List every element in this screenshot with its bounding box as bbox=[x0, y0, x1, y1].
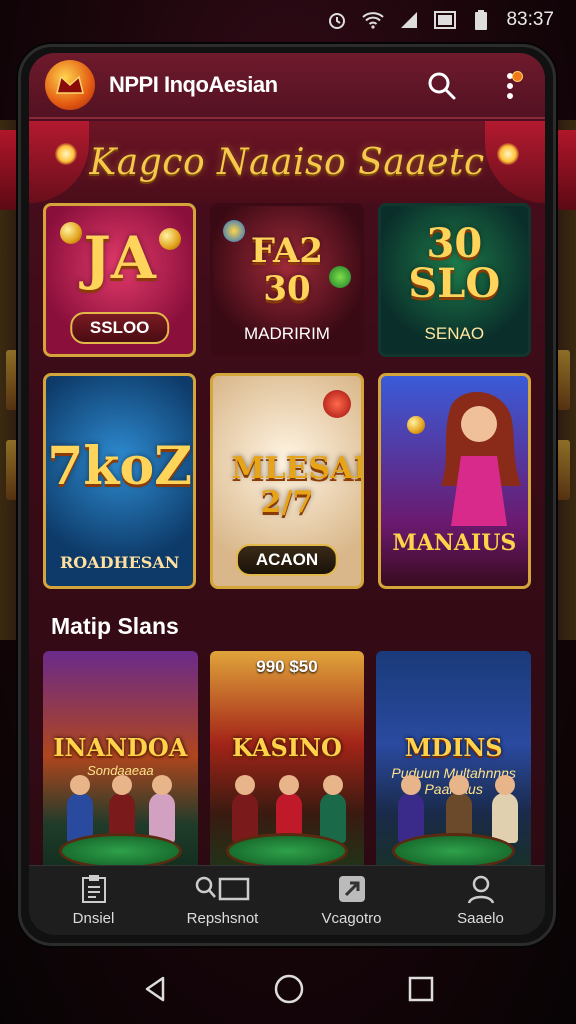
game-tile[interactable]: JA SSLOO bbox=[43, 203, 197, 357]
search-button[interactable] bbox=[423, 67, 461, 105]
status-bar: 83:37 bbox=[0, 0, 576, 40]
recents-icon[interactable] bbox=[407, 975, 435, 1003]
battery-icon bbox=[470, 10, 492, 30]
card-table bbox=[225, 833, 349, 869]
search-screen-icon bbox=[195, 876, 249, 901]
nav-label: Repshsnot bbox=[186, 910, 259, 927]
more-menu-button[interactable] bbox=[491, 67, 529, 105]
user-icon bbox=[467, 875, 494, 904]
game-art-text: 30 SLO bbox=[408, 220, 501, 307]
game-tile[interactable]: FA2 30 MADRIRIM bbox=[210, 203, 364, 357]
back-icon[interactable] bbox=[141, 974, 171, 1004]
lamp-icon bbox=[497, 143, 519, 165]
bottom-nav: Dnsiel Repshsnot Vcagotro Saaelo bbox=[29, 865, 545, 935]
game-tile[interactable]: MANAIUS bbox=[377, 373, 531, 589]
app-logo bbox=[45, 60, 95, 110]
featured-card[interactable]: INANDOA Sondaaeaa bbox=[43, 651, 198, 883]
featured-card[interactable]: MDINS Puduun Multahnnns Paalaaus bbox=[376, 651, 531, 883]
game-label: SSLOO bbox=[69, 312, 170, 344]
game-art-text: JA bbox=[83, 224, 156, 292]
card-label: INANDOA bbox=[53, 733, 188, 762]
nav-item-repshsnot[interactable]: Repshsnot bbox=[163, 874, 283, 927]
card-table bbox=[392, 833, 515, 869]
nav-item-vcagotro[interactable]: Vcagotro bbox=[292, 874, 412, 927]
section-title: Matip Slans bbox=[51, 613, 179, 639]
nav-label: Saaelo bbox=[457, 910, 504, 927]
screen: 83:37 NPPI InqoAesian Kagco Naaiso Saaet… bbox=[0, 0, 576, 1024]
status-time: 83:37 bbox=[506, 9, 554, 30]
document-icon bbox=[81, 875, 106, 903]
card-top-text: 990 $50 bbox=[256, 657, 318, 676]
game-art-text: 7koZ bbox=[47, 436, 193, 497]
home-icon[interactable] bbox=[273, 973, 305, 1005]
game-grid: JA SSLOO FA2 30 MADRIRIM 30 SLO SENAO 7k… bbox=[43, 203, 531, 589]
game-tile[interactable]: MLESAR 2/7 ACAON bbox=[210, 373, 364, 589]
nav-label: Vcagotro bbox=[321, 910, 382, 927]
app-header: NPPI InqoAesian bbox=[29, 53, 545, 119]
app-window: NPPI InqoAesian Kagco Naaiso Saaetc JA S… bbox=[29, 53, 545, 935]
featured-card[interactable]: 990 $50 KASINO bbox=[209, 651, 365, 883]
game-tile[interactable]: 30 SLO SENAO bbox=[377, 203, 531, 357]
featured-grid: INANDOA Sondaaeaa 990 $50 KASINO MDINS P… bbox=[43, 651, 531, 883]
search-icon bbox=[428, 72, 456, 100]
nav-item-dnsiel[interactable]: Dnsiel bbox=[34, 874, 154, 927]
game-label: MADRIRIM bbox=[244, 324, 330, 343]
lamp-icon bbox=[55, 143, 77, 165]
alarm-icon bbox=[326, 10, 348, 30]
banner-title: Kagco Naaiso Saaetc bbox=[89, 141, 485, 183]
game-art-text: MLESAR 2/7 bbox=[231, 451, 360, 520]
app-icon bbox=[338, 876, 365, 902]
signal-icon bbox=[398, 10, 420, 30]
promo-banner[interactable]: Kagco Naaiso Saaetc bbox=[29, 121, 545, 203]
game-label: SENAO bbox=[424, 324, 485, 343]
hostess-illustration bbox=[440, 392, 521, 526]
cast-icon bbox=[434, 10, 457, 30]
app-title: NPPI InqoAesian bbox=[109, 72, 278, 97]
card-table bbox=[59, 833, 182, 869]
card-label: KASINO bbox=[232, 733, 342, 762]
game-label: ACAON bbox=[235, 544, 339, 576]
card-label: MDINS bbox=[404, 733, 503, 762]
game-label: MANAIUS bbox=[392, 530, 517, 556]
wifi-icon bbox=[362, 10, 385, 30]
notification-dot bbox=[512, 71, 523, 82]
system-nav-bar bbox=[0, 954, 576, 1024]
nav-item-saaelo[interactable]: Saaelo bbox=[421, 874, 541, 927]
game-art-text: FA2 30 bbox=[250, 231, 324, 309]
game-tile[interactable]: 7koZ ROADHESAN bbox=[43, 373, 197, 589]
game-label: ROADHESAN bbox=[59, 553, 180, 572]
phone-frame: NPPI InqoAesian Kagco Naaiso Saaetc JA S… bbox=[18, 44, 556, 946]
nav-label: Dnsiel bbox=[72, 910, 115, 927]
